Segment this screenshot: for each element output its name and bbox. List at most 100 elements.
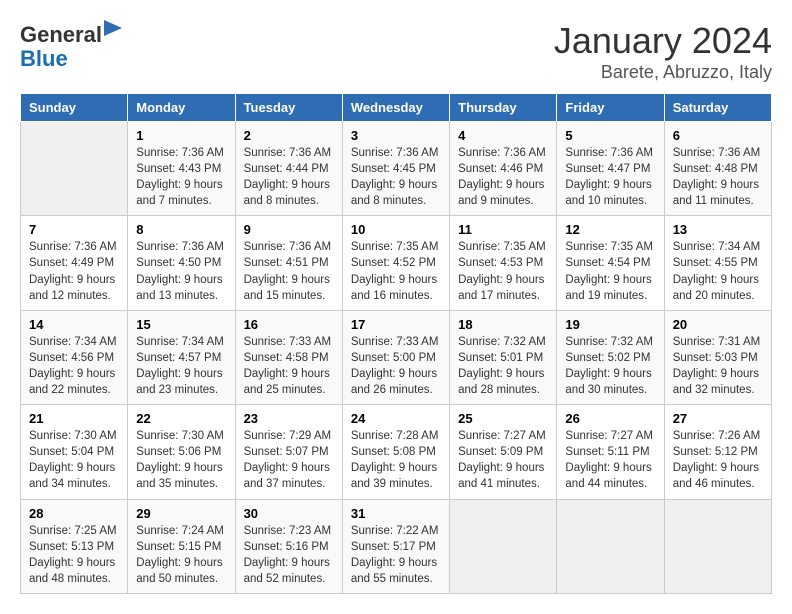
- calendar-day-cell: 11Sunrise: 7:35 AM Sunset: 4:53 PM Dayli…: [450, 216, 557, 310]
- day-info: Sunrise: 7:36 AM Sunset: 4:51 PM Dayligh…: [244, 239, 334, 303]
- day-number: 16: [244, 317, 334, 332]
- calendar-day-cell: 27 Sunrise: 7:26 AM Sunset: 5:12 PM Dayli…: [664, 405, 771, 499]
- calendar-day-cell: 1 Sunrise: 7:36 AM Sunset: 4:43 PM Daylig…: [128, 122, 235, 216]
- day-number: 25: [458, 411, 548, 426]
- day-number: 5: [565, 128, 655, 143]
- calendar-week-row: 1 Sunrise: 7:36 AM Sunset: 4:43 PM Daylig…: [21, 122, 772, 216]
- calendar-week-row: 28Sunrise: 7:25 AM Sunset: 5:13 PM Dayli…: [21, 499, 772, 593]
- calendar-day-cell: 30Sunrise: 7:23 AM Sunset: 5:16 PM Dayli…: [235, 499, 342, 593]
- day-info: Sunrise: 7:35 AM Sunset: 4:52 PM Dayligh…: [351, 239, 441, 303]
- day-number: 7: [29, 222, 119, 237]
- calendar-day-cell: 28Sunrise: 7:25 AM Sunset: 5:13 PM Dayli…: [21, 499, 128, 593]
- day-info: Sunrise: 7:27 AM Sunset: 5:11 PM Dayligh…: [565, 428, 655, 492]
- day-info: Sunrise: 7:35 AM Sunset: 4:54 PM Dayligh…: [565, 239, 655, 303]
- day-number: 19: [565, 317, 655, 332]
- day-number: 17: [351, 317, 441, 332]
- calendar-day-cell: 20Sunrise: 7:31 AM Sunset: 5:03 PM Dayli…: [664, 310, 771, 404]
- day-info: Sunrise: 7:29 AM Sunset: 5:07 PM Dayligh…: [244, 428, 334, 492]
- day-number: 24: [351, 411, 441, 426]
- day-number: 15: [136, 317, 226, 332]
- day-number: 30: [244, 506, 334, 521]
- day-info: Sunrise: 7:36 AM Sunset: 4:47 PM Dayligh…: [565, 145, 655, 209]
- calendar-header-day: Sunday: [21, 94, 128, 122]
- day-info: Sunrise: 7:24 AM Sunset: 5:15 PM Dayligh…: [136, 523, 226, 587]
- day-info: Sunrise: 7:36 AM Sunset: 4:45 PM Dayligh…: [351, 145, 441, 209]
- title-block: January 2024 Barete, Abruzzo, Italy: [554, 20, 772, 83]
- calendar-day-cell: 26 Sunrise: 7:27 AM Sunset: 5:11 PM Dayli…: [557, 405, 664, 499]
- day-info: Sunrise: 7:26 AM Sunset: 5:12 PM Dayligh…: [673, 428, 763, 492]
- day-info: Sunrise: 7:36 AM Sunset: 4:50 PM Dayligh…: [136, 239, 226, 303]
- calendar-day-cell: 17 Sunrise: 7:33 AM Sunset: 5:00 PM Dayli…: [342, 310, 449, 404]
- day-number: 1: [136, 128, 226, 143]
- calendar-day-cell: 22 Sunrise: 7:30 AM Sunset: 5:06 PM Dayli…: [128, 405, 235, 499]
- calendar-day-cell: [664, 499, 771, 593]
- day-number: 28: [29, 506, 119, 521]
- logo-blue: Blue: [20, 46, 68, 71]
- calendar-day-cell: 19 Sunrise: 7:32 AM Sunset: 5:02 PM Dayli…: [557, 310, 664, 404]
- day-number: 13: [673, 222, 763, 237]
- logo: General Blue: [20, 20, 122, 71]
- calendar-day-cell: 25Sunrise: 7:27 AM Sunset: 5:09 PM Dayli…: [450, 405, 557, 499]
- day-number: 10: [351, 222, 441, 237]
- day-info: Sunrise: 7:36 AM Sunset: 4:44 PM Dayligh…: [244, 145, 334, 209]
- day-info: Sunrise: 7:30 AM Sunset: 5:04 PM Dayligh…: [29, 428, 119, 492]
- calendar-day-cell: 5 Sunrise: 7:36 AM Sunset: 4:47 PM Daylig…: [557, 122, 664, 216]
- calendar-header-day: Wednesday: [342, 94, 449, 122]
- calendar-day-cell: 6 Sunrise: 7:36 AM Sunset: 4:48 PM Daylig…: [664, 122, 771, 216]
- day-number: 8: [136, 222, 226, 237]
- logo-text: General Blue: [20, 20, 122, 71]
- logo-icon: [104, 20, 122, 42]
- calendar-day-cell: 8 Sunrise: 7:36 AM Sunset: 4:50 PM Daylig…: [128, 216, 235, 310]
- day-info: Sunrise: 7:28 AM Sunset: 5:08 PM Dayligh…: [351, 428, 441, 492]
- day-number: 6: [673, 128, 763, 143]
- day-info: Sunrise: 7:30 AM Sunset: 5:06 PM Dayligh…: [136, 428, 226, 492]
- day-number: 3: [351, 128, 441, 143]
- calendar-day-cell: [450, 499, 557, 593]
- calendar-day-cell: 7 Sunrise: 7:36 AM Sunset: 4:49 PM Daylig…: [21, 216, 128, 310]
- calendar-day-cell: 10 Sunrise: 7:35 AM Sunset: 4:52 PM Dayli…: [342, 216, 449, 310]
- calendar-header-day: Monday: [128, 94, 235, 122]
- calendar-day-cell: 24 Sunrise: 7:28 AM Sunset: 5:08 PM Dayli…: [342, 405, 449, 499]
- day-info: Sunrise: 7:36 AM Sunset: 4:46 PM Dayligh…: [458, 145, 548, 209]
- day-number: 26: [565, 411, 655, 426]
- calendar-day-cell: [21, 122, 128, 216]
- day-info: Sunrise: 7:34 AM Sunset: 4:56 PM Dayligh…: [29, 334, 119, 398]
- calendar-day-cell: 4 Sunrise: 7:36 AM Sunset: 4:46 PM Daylig…: [450, 122, 557, 216]
- day-info: Sunrise: 7:22 AM Sunset: 5:17 PM Dayligh…: [351, 523, 441, 587]
- calendar-table: SundayMondayTuesdayWednesdayThursdayFrid…: [20, 93, 772, 594]
- day-info: Sunrise: 7:36 AM Sunset: 4:48 PM Dayligh…: [673, 145, 763, 209]
- calendar-day-cell: 23Sunrise: 7:29 AM Sunset: 5:07 PM Dayli…: [235, 405, 342, 499]
- day-number: 2: [244, 128, 334, 143]
- calendar-day-cell: 29Sunrise: 7:24 AM Sunset: 5:15 PM Dayli…: [128, 499, 235, 593]
- calendar-day-cell: 15 Sunrise: 7:34 AM Sunset: 4:57 PM Dayli…: [128, 310, 235, 404]
- calendar-day-cell: 9 Sunrise: 7:36 AM Sunset: 4:51 PM Daylig…: [235, 216, 342, 310]
- day-info: Sunrise: 7:33 AM Sunset: 5:00 PM Dayligh…: [351, 334, 441, 398]
- calendar-day-cell: 31Sunrise: 7:22 AM Sunset: 5:17 PM Dayli…: [342, 499, 449, 593]
- day-info: Sunrise: 7:31 AM Sunset: 5:03 PM Dayligh…: [673, 334, 763, 398]
- calendar-week-row: 7 Sunrise: 7:36 AM Sunset: 4:49 PM Daylig…: [21, 216, 772, 310]
- day-info: Sunrise: 7:36 AM Sunset: 4:43 PM Dayligh…: [136, 145, 226, 209]
- day-info: Sunrise: 7:32 AM Sunset: 5:02 PM Dayligh…: [565, 334, 655, 398]
- day-info: Sunrise: 7:34 AM Sunset: 4:57 PM Dayligh…: [136, 334, 226, 398]
- day-number: 21: [29, 411, 119, 426]
- day-number: 22: [136, 411, 226, 426]
- day-info: Sunrise: 7:33 AM Sunset: 4:58 PM Dayligh…: [244, 334, 334, 398]
- calendar-day-cell: 2 Sunrise: 7:36 AM Sunset: 4:44 PM Daylig…: [235, 122, 342, 216]
- day-number: 14: [29, 317, 119, 332]
- day-number: 9: [244, 222, 334, 237]
- calendar-day-cell: 16 Sunrise: 7:33 AM Sunset: 4:58 PM Dayli…: [235, 310, 342, 404]
- calendar-header-day: Friday: [557, 94, 664, 122]
- day-info: Sunrise: 7:34 AM Sunset: 4:55 PM Dayligh…: [673, 239, 763, 303]
- day-number: 27: [673, 411, 763, 426]
- location-title: Barete, Abruzzo, Italy: [554, 62, 772, 83]
- calendar-day-cell: 12 Sunrise: 7:35 AM Sunset: 4:54 PM Dayli…: [557, 216, 664, 310]
- calendar-week-row: 21 Sunrise: 7:30 AM Sunset: 5:04 PM Dayli…: [21, 405, 772, 499]
- calendar-day-cell: 13 Sunrise: 7:34 AM Sunset: 4:55 PM Dayli…: [664, 216, 771, 310]
- calendar-day-cell: 3 Sunrise: 7:36 AM Sunset: 4:45 PM Daylig…: [342, 122, 449, 216]
- calendar-day-cell: 21 Sunrise: 7:30 AM Sunset: 5:04 PM Dayli…: [21, 405, 128, 499]
- calendar-header-row: SundayMondayTuesdayWednesdayThursdayFrid…: [21, 94, 772, 122]
- day-number: 12: [565, 222, 655, 237]
- day-info: Sunrise: 7:35 AM Sunset: 4:53 PM Dayligh…: [458, 239, 548, 303]
- day-number: 4: [458, 128, 548, 143]
- day-info: Sunrise: 7:36 AM Sunset: 4:49 PM Dayligh…: [29, 239, 119, 303]
